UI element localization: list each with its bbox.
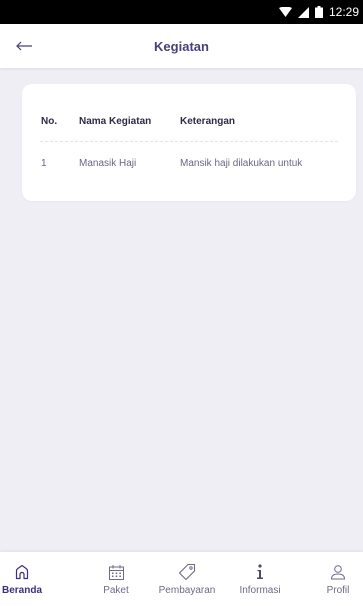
back-arrow-icon xyxy=(16,41,32,51)
cell-keterangan: Mansik haji dilakukan untuk xyxy=(180,158,303,169)
table-header: No. Nama Kegiatan Keterangan xyxy=(22,112,356,132)
page-title: Kegiatan xyxy=(154,38,209,54)
nav-label-beranda: Beranda xyxy=(1,585,42,596)
status-bar: 12:29 xyxy=(0,0,363,24)
nav-item-profil[interactable]: Profil xyxy=(318,552,358,606)
status-time: 12:29 xyxy=(328,5,359,19)
home-icon xyxy=(15,564,29,580)
nav-label-profil: Profil xyxy=(326,585,350,596)
wifi-icon xyxy=(278,6,292,17)
column-header-nama-kegiatan: Nama Kegiatan xyxy=(79,116,152,127)
table-divider xyxy=(40,141,338,142)
table-row[interactable]: 1 Manasik Haji Mansik haji dilakukan unt… xyxy=(22,154,356,174)
nav-label-paket: Paket xyxy=(103,585,129,596)
signal-icon xyxy=(297,6,309,18)
back-button[interactable] xyxy=(4,24,44,68)
cell-no: 1 xyxy=(41,158,47,169)
nav-item-informasi[interactable]: Informasi xyxy=(232,552,288,606)
nav-item-beranda[interactable]: Beranda xyxy=(0,552,44,606)
column-header-keterangan: Keterangan xyxy=(180,116,236,127)
calendar-icon xyxy=(108,564,124,580)
nav-item-pembayaran[interactable]: Pembayaran xyxy=(156,552,218,606)
nav-label-informasi: Informasi xyxy=(239,585,281,596)
kegiatan-card: No. Nama Kegiatan Keterangan 1 Manasik H… xyxy=(22,84,356,201)
bottom-nav: Beranda Paket Pembayaran Informasi Profi… xyxy=(0,552,363,606)
app-bar: Kegiatan xyxy=(0,24,363,68)
tag-icon xyxy=(178,563,196,581)
user-icon xyxy=(330,565,346,580)
info-icon xyxy=(257,564,263,579)
nav-label-pembayaran: Pembayaran xyxy=(158,585,216,596)
cell-nama-kegiatan: Manasik Haji xyxy=(79,158,137,169)
battery-icon xyxy=(314,6,323,18)
column-header-no: No. xyxy=(41,116,58,127)
nav-item-paket[interactable]: Paket xyxy=(94,552,138,606)
